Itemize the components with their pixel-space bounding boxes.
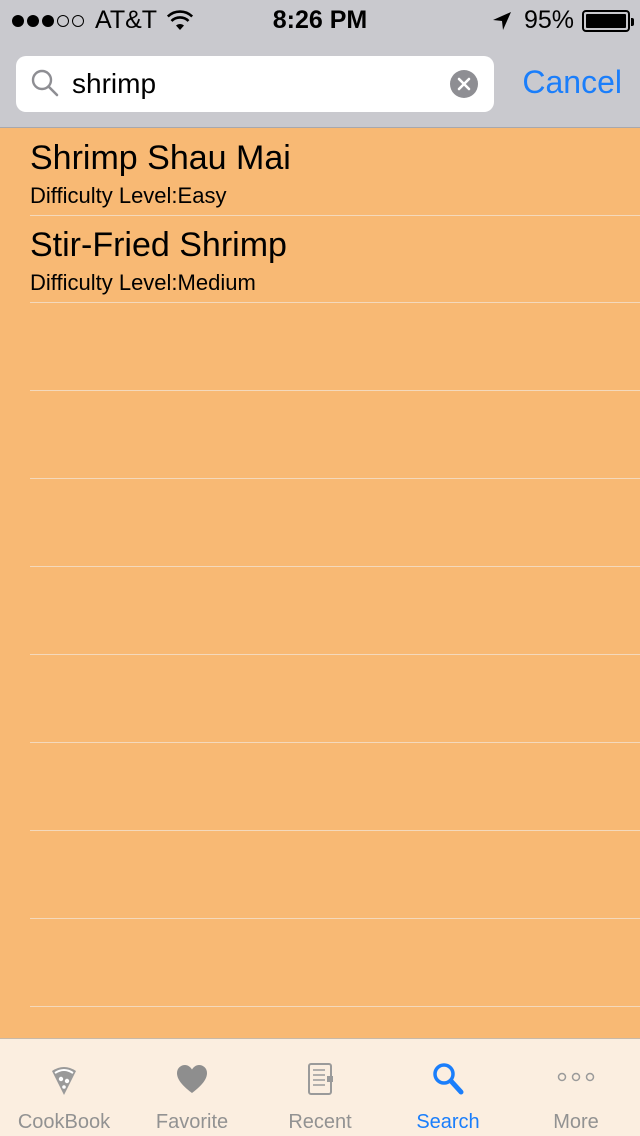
tab-recent[interactable]: Recent	[256, 1039, 384, 1136]
row-separator	[30, 742, 640, 743]
battery-percentage: 95%	[523, 6, 574, 34]
battery-icon	[582, 9, 634, 32]
row-separator	[30, 830, 640, 831]
search-field[interactable]	[16, 56, 494, 112]
tab-cookbook[interactable]: CookBook	[0, 1039, 128, 1136]
tab-label: CookBook	[17, 1111, 111, 1133]
search-icon	[433, 1063, 464, 1095]
heart-icon	[177, 1065, 207, 1093]
results-list: Shrimp Shau Mai Difficulty Level:Easy St…	[0, 129, 640, 303]
clear-search-button[interactable]	[450, 70, 478, 98]
tab-label: Recent	[288, 1111, 352, 1133]
recipe-title: Stir-Fried Shrimp	[30, 226, 287, 264]
recipe-difficulty: Difficulty Level:Easy	[30, 183, 227, 208]
row-separator	[30, 1006, 640, 1007]
tab-label: Favorite	[155, 1111, 229, 1133]
tab-more[interactable]: More	[512, 1039, 640, 1136]
row-separator	[30, 918, 640, 919]
tab-search[interactable]: Search	[384, 1039, 512, 1136]
row-separator	[30, 654, 640, 655]
status-right: 95%	[492, 6, 634, 35]
close-icon	[457, 77, 471, 91]
tab-favorite[interactable]: Favorite	[128, 1039, 256, 1136]
location-arrow-icon	[492, 11, 511, 30]
more-icon	[557, 1072, 595, 1082]
list-item[interactable]: Stir-Fried Shrimp Difficulty Level:Mediu…	[30, 216, 640, 303]
list-item[interactable]: Shrimp Shau Mai Difficulty Level:Easy	[30, 129, 640, 216]
tab-label: Search	[416, 1111, 480, 1133]
notebook-icon	[308, 1063, 333, 1095]
cancel-button[interactable]: Cancel	[522, 62, 622, 102]
search-input[interactable]	[72, 56, 442, 112]
cookbook-icon	[52, 1067, 76, 1095]
row-separator	[30, 390, 640, 391]
status-bar: AT&T 8:26 PM 95%	[0, 0, 640, 40]
recipe-difficulty: Difficulty Level:Medium	[30, 270, 256, 295]
row-separator	[30, 566, 640, 567]
tab-label: More	[553, 1111, 599, 1133]
recipe-title: Shrimp Shau Mai	[30, 139, 291, 177]
tab-bar: CookBook Favorite Recent Search More	[0, 1038, 640, 1136]
row-separator	[30, 478, 640, 479]
header: AT&T 8:26 PM 95% shrimp Cancel	[0, 0, 640, 128]
search-icon	[31, 69, 59, 97]
